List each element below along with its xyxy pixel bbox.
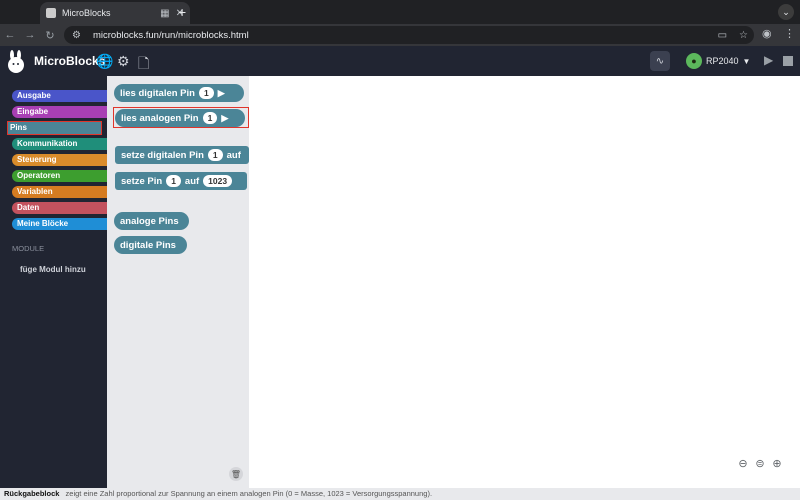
category-daten[interactable]: Daten — [12, 202, 107, 214]
browser-tab[interactable]: MicroBlocks ▦ ✕ — [40, 2, 190, 24]
block-palette — [107, 76, 249, 488]
category-pins[interactable]: Pins — [7, 121, 102, 135]
bookmark-star-icon[interactable]: ☆ — [739, 30, 748, 41]
pin-slot[interactable]: 1 — [166, 175, 181, 187]
trash-icon[interactable]: 🗑 — [229, 467, 243, 481]
reload-icon[interactable]: ↻ — [40, 29, 60, 42]
category-label: Eingabe — [17, 107, 49, 116]
block-set-pin[interactable]: setze Pin 1 auf 1023 — [115, 172, 247, 190]
kebab-menu-icon[interactable]: ⋮ — [784, 27, 795, 40]
block-label: setze Pin — [121, 175, 163, 187]
block-set-digital-pin[interactable]: setze digitalen Pin 1 auf — [115, 146, 249, 164]
zoom-out-icon[interactable]: ⊖ — [736, 456, 750, 470]
app-brand: MicroBlocks — [34, 54, 106, 68]
block-label-mid: auf — [184, 175, 200, 187]
favicon-icon — [46, 8, 56, 18]
microblocks-logo-icon — [8, 50, 24, 73]
gear-icon[interactable]: ⚙ — [117, 53, 130, 70]
block-label: lies digitalen Pin — [120, 87, 195, 99]
graph-icon[interactable]: ∿ — [650, 51, 670, 71]
cast-icon[interactable]: ▭ — [718, 30, 727, 41]
zoom-reset-icon[interactable]: ⊜ — [753, 456, 767, 470]
board-selector[interactable]: ● RP2040 ▼ — [686, 53, 750, 69]
block-read-digital-pin[interactable]: lies digitalen Pin 1 ▶ — [114, 84, 244, 102]
profile-icon[interactable]: ◉ — [762, 27, 772, 40]
file-icon[interactable]: 🗋 — [138, 53, 149, 77]
category-sidebar: Ausgabe Eingabe Pins Kommunikation Steue… — [0, 76, 107, 488]
board-connected-icon: ● — [686, 53, 702, 69]
category-steuerung[interactable]: Steuerung — [12, 154, 107, 166]
category-label: Operatoren — [17, 171, 61, 180]
browser-tabstrip: MicroBlocks ▦ ✕ + ⌄ — [0, 0, 800, 24]
add-module-button[interactable]: füge Modul hinzu — [20, 265, 86, 274]
block-analog-pins[interactable]: analoge Pins — [114, 212, 189, 230]
category-kommunikation[interactable]: Kommunikation — [12, 138, 107, 150]
category-label: Daten — [17, 203, 40, 212]
block-label: setze digitalen Pin — [121, 149, 204, 161]
chevron-down-icon: ▼ — [742, 56, 751, 66]
block-digital-pins[interactable]: digitale Pins — [114, 236, 187, 254]
block-label-tail: auf — [226, 149, 241, 161]
category-label: Steuerung — [17, 155, 57, 164]
globe-icon[interactable]: 🌐 — [96, 53, 113, 70]
block-label: analoge Pins — [120, 215, 179, 227]
zoom-in-icon[interactable]: ⊕ — [770, 456, 784, 470]
category-meine-bloecke[interactable]: Meine Blöcke — [12, 218, 107, 230]
selection-highlight — [113, 107, 249, 128]
category-variablen[interactable]: Variablen — [12, 186, 107, 198]
help-footer: Rückgabeblock zeigt eine Zahl proportion… — [0, 488, 800, 500]
category-operatoren[interactable]: Operatoren — [12, 170, 107, 182]
tab-grid-icon[interactable]: ▦ — [160, 8, 169, 19]
tab-search-icon[interactable]: ⌄ — [778, 4, 794, 20]
category-label: Variablen — [17, 187, 53, 196]
site-settings-icon[interactable]: ⚙ — [72, 30, 81, 41]
value-slot[interactable]: 1023 — [203, 175, 233, 187]
stop-icon[interactable] — [783, 56, 793, 66]
browser-toolbar: ← → ↻ ⚙ microblocks.fun/run/microblocks.… — [0, 24, 800, 46]
category-eingabe[interactable]: Eingabe — [12, 106, 107, 118]
block-label: digitale Pins — [120, 239, 176, 251]
pin-slot[interactable]: 1 — [198, 87, 214, 99]
forward-icon[interactable]: → — [20, 29, 40, 41]
category-label: Ausgabe — [17, 91, 51, 100]
address-bar[interactable]: ⚙ microblocks.fun/run/microblocks.html ▭… — [64, 26, 754, 44]
modules-header: MODULE — [12, 244, 45, 253]
app-topbar: MicroBlocks 🌐 ⚙ 🗋 ∿ ● RP2040 ▼ ▶ — [0, 46, 800, 76]
category-label: Meine Blöcke — [17, 219, 69, 228]
category-label: Pins — [10, 123, 27, 132]
tab-title: MicroBlocks — [62, 8, 111, 18]
category-ausgabe[interactable]: Ausgabe — [12, 90, 107, 102]
board-name: RP2040 — [706, 56, 739, 66]
new-tab-icon[interactable]: + — [178, 4, 186, 20]
footer-title: Rückgabeblock — [4, 489, 60, 498]
back-icon[interactable]: ← — [0, 29, 20, 41]
url-text[interactable]: microblocks.fun/run/microblocks.html — [93, 30, 712, 41]
expand-arrow-icon[interactable]: ▶ — [218, 88, 225, 99]
start-icon[interactable]: ▶ — [764, 53, 773, 67]
footer-text: zeigt eine Zahl proportional zur Spannun… — [65, 489, 433, 498]
category-label: Kommunikation — [17, 139, 78, 148]
scripting-area[interactable] — [249, 76, 800, 488]
pin-slot[interactable]: 1 — [207, 149, 223, 161]
